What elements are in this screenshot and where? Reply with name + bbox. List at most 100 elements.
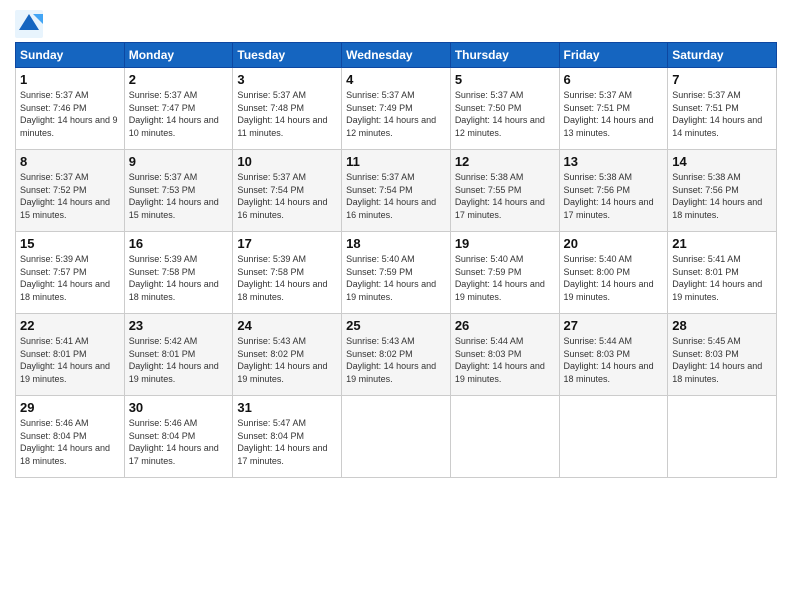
calendar-cell <box>668 396 777 478</box>
header <box>15 10 777 38</box>
day-number: 14 <box>672 154 772 169</box>
cell-info: Sunrise: 5:37 AMSunset: 7:53 PMDaylight:… <box>129 172 219 220</box>
cell-info: Sunrise: 5:46 AMSunset: 8:04 PMDaylight:… <box>20 418 110 466</box>
calendar-cell: 5 Sunrise: 5:37 AMSunset: 7:50 PMDayligh… <box>450 68 559 150</box>
cell-info: Sunrise: 5:37 AMSunset: 7:54 PMDaylight:… <box>346 172 436 220</box>
week-row-4: 29 Sunrise: 5:46 AMSunset: 8:04 PMDaylig… <box>16 396 777 478</box>
calendar-cell: 29 Sunrise: 5:46 AMSunset: 8:04 PMDaylig… <box>16 396 125 478</box>
calendar-cell: 31 Sunrise: 5:47 AMSunset: 8:04 PMDaylig… <box>233 396 342 478</box>
cell-info: Sunrise: 5:47 AMSunset: 8:04 PMDaylight:… <box>237 418 327 466</box>
day-number: 28 <box>672 318 772 333</box>
week-row-1: 8 Sunrise: 5:37 AMSunset: 7:52 PMDayligh… <box>16 150 777 232</box>
calendar-cell: 11 Sunrise: 5:37 AMSunset: 7:54 PMDaylig… <box>342 150 451 232</box>
calendar-cell: 17 Sunrise: 5:39 AMSunset: 7:58 PMDaylig… <box>233 232 342 314</box>
calendar-cell: 26 Sunrise: 5:44 AMSunset: 8:03 PMDaylig… <box>450 314 559 396</box>
day-number: 29 <box>20 400 120 415</box>
calendar-cell <box>342 396 451 478</box>
day-number: 9 <box>129 154 229 169</box>
cell-info: Sunrise: 5:44 AMSunset: 8:03 PMDaylight:… <box>564 336 654 384</box>
page: SundayMondayTuesdayWednesdayThursdayFrid… <box>0 0 792 612</box>
calendar-cell: 19 Sunrise: 5:40 AMSunset: 7:59 PMDaylig… <box>450 232 559 314</box>
calendar-cell: 25 Sunrise: 5:43 AMSunset: 8:02 PMDaylig… <box>342 314 451 396</box>
week-row-3: 22 Sunrise: 5:41 AMSunset: 8:01 PMDaylig… <box>16 314 777 396</box>
day-number: 30 <box>129 400 229 415</box>
day-number: 3 <box>237 72 337 87</box>
cell-info: Sunrise: 5:37 AMSunset: 7:51 PMDaylight:… <box>564 90 654 138</box>
cell-info: Sunrise: 5:39 AMSunset: 7:57 PMDaylight:… <box>20 254 110 302</box>
cell-info: Sunrise: 5:40 AMSunset: 7:59 PMDaylight:… <box>455 254 545 302</box>
cell-info: Sunrise: 5:43 AMSunset: 8:02 PMDaylight:… <box>346 336 436 384</box>
calendar-cell: 27 Sunrise: 5:44 AMSunset: 8:03 PMDaylig… <box>559 314 668 396</box>
day-number: 19 <box>455 236 555 251</box>
day-number: 12 <box>455 154 555 169</box>
col-header-friday: Friday <box>559 43 668 68</box>
day-number: 7 <box>672 72 772 87</box>
calendar-cell: 22 Sunrise: 5:41 AMSunset: 8:01 PMDaylig… <box>16 314 125 396</box>
calendar-cell: 24 Sunrise: 5:43 AMSunset: 8:02 PMDaylig… <box>233 314 342 396</box>
calendar-cell: 7 Sunrise: 5:37 AMSunset: 7:51 PMDayligh… <box>668 68 777 150</box>
logo-icon <box>15 10 43 38</box>
calendar-cell: 2 Sunrise: 5:37 AMSunset: 7:47 PMDayligh… <box>124 68 233 150</box>
col-header-thursday: Thursday <box>450 43 559 68</box>
col-header-saturday: Saturday <box>668 43 777 68</box>
cell-info: Sunrise: 5:37 AMSunset: 7:50 PMDaylight:… <box>455 90 545 138</box>
calendar-cell: 15 Sunrise: 5:39 AMSunset: 7:57 PMDaylig… <box>16 232 125 314</box>
cell-info: Sunrise: 5:46 AMSunset: 8:04 PMDaylight:… <box>129 418 219 466</box>
day-number: 4 <box>346 72 446 87</box>
cell-info: Sunrise: 5:38 AMSunset: 7:55 PMDaylight:… <box>455 172 545 220</box>
col-header-sunday: Sunday <box>16 43 125 68</box>
day-number: 13 <box>564 154 664 169</box>
day-number: 22 <box>20 318 120 333</box>
cell-info: Sunrise: 5:37 AMSunset: 7:54 PMDaylight:… <box>237 172 327 220</box>
calendar-cell: 13 Sunrise: 5:38 AMSunset: 7:56 PMDaylig… <box>559 150 668 232</box>
cell-info: Sunrise: 5:40 AMSunset: 8:00 PMDaylight:… <box>564 254 654 302</box>
calendar-table: SundayMondayTuesdayWednesdayThursdayFrid… <box>15 42 777 478</box>
day-number: 31 <box>237 400 337 415</box>
cell-info: Sunrise: 5:41 AMSunset: 8:01 PMDaylight:… <box>20 336 110 384</box>
calendar-cell: 23 Sunrise: 5:42 AMSunset: 8:01 PMDaylig… <box>124 314 233 396</box>
day-number: 23 <box>129 318 229 333</box>
day-number: 11 <box>346 154 446 169</box>
calendar-cell: 9 Sunrise: 5:37 AMSunset: 7:53 PMDayligh… <box>124 150 233 232</box>
calendar-cell: 1 Sunrise: 5:37 AMSunset: 7:46 PMDayligh… <box>16 68 125 150</box>
cell-info: Sunrise: 5:39 AMSunset: 7:58 PMDaylight:… <box>129 254 219 302</box>
calendar-cell: 16 Sunrise: 5:39 AMSunset: 7:58 PMDaylig… <box>124 232 233 314</box>
cell-info: Sunrise: 5:38 AMSunset: 7:56 PMDaylight:… <box>564 172 654 220</box>
cell-info: Sunrise: 5:40 AMSunset: 7:59 PMDaylight:… <box>346 254 436 302</box>
col-header-monday: Monday <box>124 43 233 68</box>
cell-info: Sunrise: 5:37 AMSunset: 7:48 PMDaylight:… <box>237 90 327 138</box>
day-number: 25 <box>346 318 446 333</box>
cell-info: Sunrise: 5:44 AMSunset: 8:03 PMDaylight:… <box>455 336 545 384</box>
cell-info: Sunrise: 5:42 AMSunset: 8:01 PMDaylight:… <box>129 336 219 384</box>
col-header-tuesday: Tuesday <box>233 43 342 68</box>
calendar-cell <box>559 396 668 478</box>
calendar-cell: 14 Sunrise: 5:38 AMSunset: 7:56 PMDaylig… <box>668 150 777 232</box>
calendar-cell: 12 Sunrise: 5:38 AMSunset: 7:55 PMDaylig… <box>450 150 559 232</box>
logo <box>15 10 47 38</box>
calendar-cell: 3 Sunrise: 5:37 AMSunset: 7:48 PMDayligh… <box>233 68 342 150</box>
cell-info: Sunrise: 5:37 AMSunset: 7:52 PMDaylight:… <box>20 172 110 220</box>
day-number: 16 <box>129 236 229 251</box>
day-number: 26 <box>455 318 555 333</box>
day-number: 21 <box>672 236 772 251</box>
calendar-cell: 10 Sunrise: 5:37 AMSunset: 7:54 PMDaylig… <box>233 150 342 232</box>
day-number: 8 <box>20 154 120 169</box>
calendar-cell: 8 Sunrise: 5:37 AMSunset: 7:52 PMDayligh… <box>16 150 125 232</box>
cell-info: Sunrise: 5:38 AMSunset: 7:56 PMDaylight:… <box>672 172 762 220</box>
calendar-cell: 28 Sunrise: 5:45 AMSunset: 8:03 PMDaylig… <box>668 314 777 396</box>
calendar-cell: 6 Sunrise: 5:37 AMSunset: 7:51 PMDayligh… <box>559 68 668 150</box>
week-row-2: 15 Sunrise: 5:39 AMSunset: 7:57 PMDaylig… <box>16 232 777 314</box>
day-number: 10 <box>237 154 337 169</box>
cell-info: Sunrise: 5:43 AMSunset: 8:02 PMDaylight:… <box>237 336 327 384</box>
week-row-0: 1 Sunrise: 5:37 AMSunset: 7:46 PMDayligh… <box>16 68 777 150</box>
day-number: 17 <box>237 236 337 251</box>
day-number: 20 <box>564 236 664 251</box>
day-number: 1 <box>20 72 120 87</box>
cell-info: Sunrise: 5:45 AMSunset: 8:03 PMDaylight:… <box>672 336 762 384</box>
cell-info: Sunrise: 5:37 AMSunset: 7:49 PMDaylight:… <box>346 90 436 138</box>
day-number: 2 <box>129 72 229 87</box>
day-number: 24 <box>237 318 337 333</box>
cell-info: Sunrise: 5:37 AMSunset: 7:47 PMDaylight:… <box>129 90 219 138</box>
day-number: 27 <box>564 318 664 333</box>
cell-info: Sunrise: 5:37 AMSunset: 7:46 PMDaylight:… <box>20 90 118 138</box>
